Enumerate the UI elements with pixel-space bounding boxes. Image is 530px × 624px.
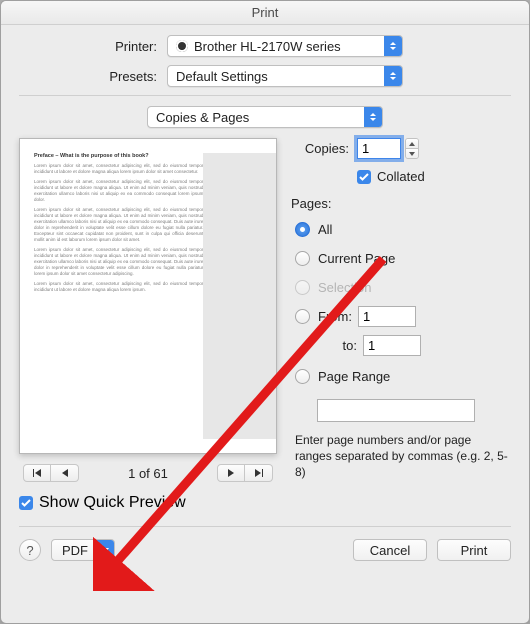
- pages-to-label: to:: [317, 338, 363, 353]
- chevrons-icon: [364, 107, 382, 127]
- print-dialog: Print Printer: Brother HL-2170W series P…: [0, 0, 530, 624]
- section-select[interactable]: Copies & Pages: [147, 106, 383, 128]
- pages-from-label: From:: [318, 309, 352, 324]
- stepper-down-icon: [406, 149, 418, 158]
- printer-select[interactable]: Brother HL-2170W series: [167, 35, 403, 57]
- pages-selection-label: Selection: [318, 280, 371, 295]
- print-button[interactable]: Print: [437, 539, 511, 561]
- preview-page-content: Preface – What is the purpose of this bo…: [34, 153, 203, 439]
- pages-selection-radio: [295, 280, 310, 295]
- first-page-button[interactable]: [23, 464, 51, 482]
- printer-status-icon: [176, 40, 188, 52]
- pages-range-hint: Enter page numbers and/or page ranges se…: [295, 432, 511, 480]
- presets-label: Presets:: [19, 69, 167, 84]
- pages-all-radio[interactable]: [295, 222, 310, 237]
- pages-current-label: Current Page: [318, 251, 395, 266]
- copies-stepper[interactable]: [405, 138, 419, 159]
- chevron-down-icon: [96, 540, 114, 560]
- divider: [19, 95, 511, 96]
- print-preview: Preface – What is the purpose of this bo…: [19, 138, 277, 454]
- show-quick-preview-label: Show Quick Preview: [39, 494, 186, 512]
- chevrons-icon: [384, 66, 402, 86]
- pdf-label: PDF: [62, 543, 88, 558]
- cancel-button[interactable]: Cancel: [353, 539, 427, 561]
- presets-value: Default Settings: [176, 69, 268, 84]
- printer-label: Printer:: [19, 39, 167, 54]
- pages-heading: Pages:: [291, 196, 511, 211]
- pages-range-label: Page Range: [318, 369, 390, 384]
- section-value: Copies & Pages: [156, 110, 249, 125]
- preview-margin: [203, 153, 276, 439]
- copies-input[interactable]: [357, 138, 401, 159]
- pages-range-input[interactable]: [317, 399, 475, 422]
- page-indicator: 1 of 61: [128, 466, 168, 481]
- window-title: Print: [1, 1, 529, 25]
- next-page-button[interactable]: [217, 464, 245, 482]
- pages-to-input[interactable]: [363, 335, 421, 356]
- pages-all-label: All: [318, 222, 332, 237]
- printer-value: Brother HL-2170W series: [194, 39, 341, 54]
- divider: [19, 526, 511, 527]
- prev-page-button[interactable]: [51, 464, 79, 482]
- pages-from-input[interactable]: [358, 306, 416, 327]
- pdf-menu-button[interactable]: PDF: [51, 539, 115, 561]
- show-quick-preview-checkbox[interactable]: [19, 496, 33, 510]
- copies-label: Copies:: [291, 141, 357, 156]
- stepper-up-icon: [406, 139, 418, 149]
- pages-from-radio[interactable]: [295, 309, 310, 324]
- help-button[interactable]: ?: [19, 539, 41, 561]
- pages-range-radio[interactable]: [295, 369, 310, 384]
- pages-current-radio[interactable]: [295, 251, 310, 266]
- last-page-button[interactable]: [245, 464, 273, 482]
- collated-label: Collated: [377, 169, 425, 184]
- chevrons-icon: [384, 36, 402, 56]
- presets-select[interactable]: Default Settings: [167, 65, 403, 87]
- collated-checkbox[interactable]: [357, 170, 371, 184]
